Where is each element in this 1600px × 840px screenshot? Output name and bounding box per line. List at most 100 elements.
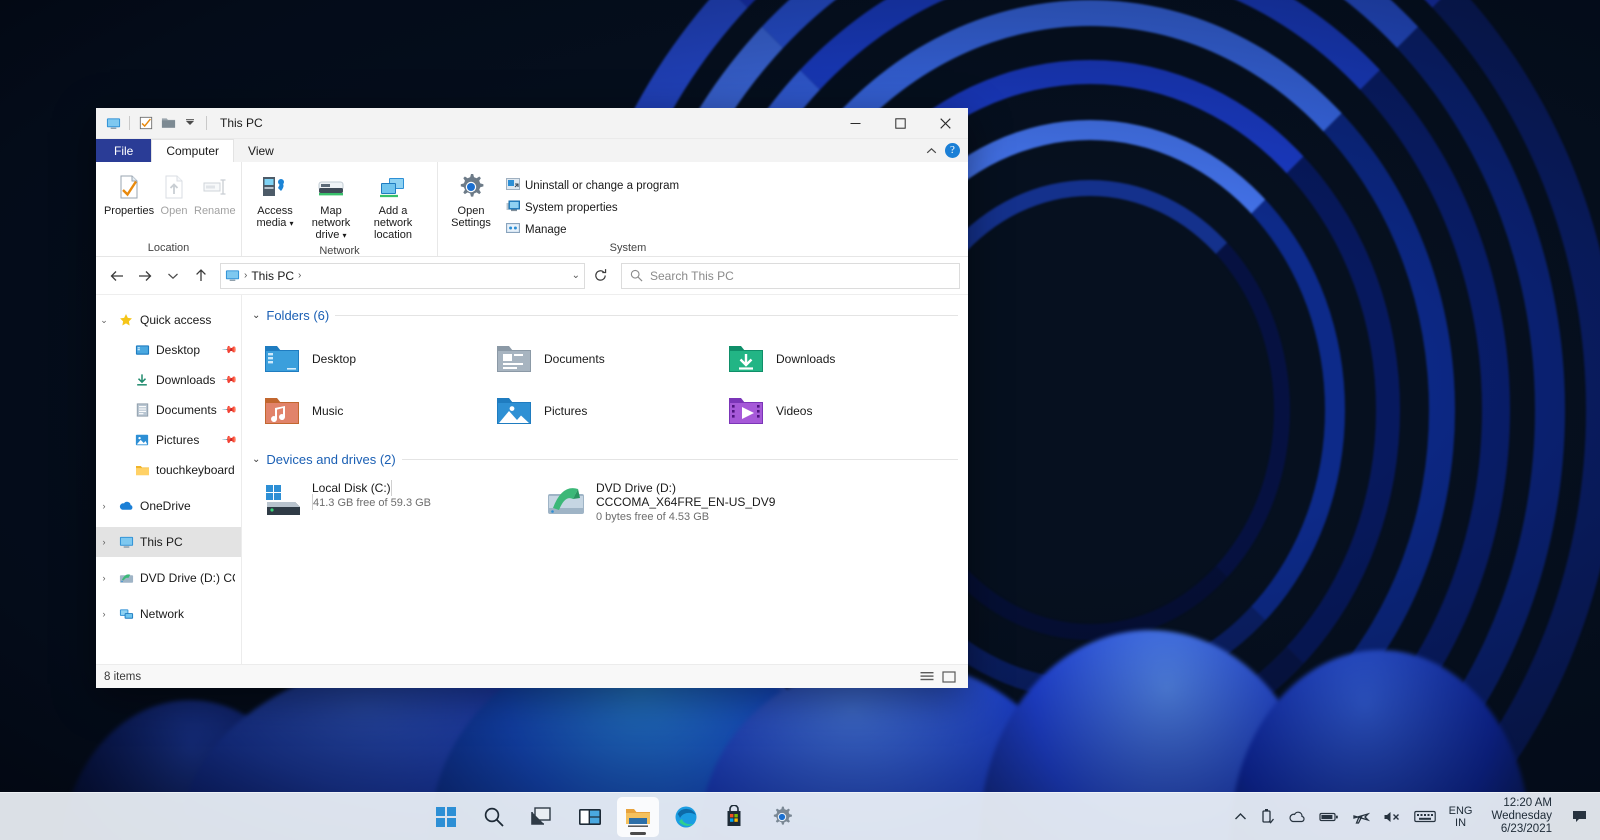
chevron-right-icon-2[interactable]: › — [96, 537, 112, 547]
rename-button[interactable]: Rename — [192, 168, 238, 220]
tab-view[interactable]: View — [234, 139, 288, 162]
pin-icon-4[interactable]: 📌 — [220, 432, 237, 449]
sidebar-item-dvd-drive[interactable]: › DVD Drive (D:) CCCO — [96, 563, 241, 593]
tray-overflow-button[interactable] — [1229, 797, 1252, 837]
window-titlebar[interactable]: This PC — [96, 108, 968, 139]
folder-icon[interactable] — [157, 112, 179, 134]
volume-muted-icon[interactable] — [1378, 797, 1406, 837]
properties-button[interactable]: Properties — [102, 168, 156, 220]
folders-grid[interactable]: Desktop Documents Downloads Music Pictur… — [252, 327, 958, 441]
up-button[interactable] — [188, 263, 214, 289]
taskbar[interactable]: ENG IN 12:20 AM Wednesday 6/23/2021 — [0, 792, 1600, 840]
folders-group-header[interactable]: ⌄ Folders (6) — [252, 303, 958, 327]
breadcrumb-item-this-pc[interactable]: This PC — [251, 269, 294, 283]
system-properties-item[interactable]: System properties — [502, 198, 683, 217]
add-network-location-button[interactable]: Add a network location — [360, 168, 426, 244]
minimize-button[interactable] — [833, 108, 878, 139]
sidebar-item-touchkeyboard[interactable]: touchkeyboard — [96, 455, 241, 485]
chevron-down-icon-folders[interactable]: ⌄ — [252, 310, 260, 321]
map-network-drive-button[interactable]: Map network drive ▾ — [304, 168, 358, 245]
chevron-right-icon-4[interactable]: › — [96, 609, 112, 619]
checkbox-icon[interactable] — [135, 112, 157, 134]
folder-tile[interactable]: Pictures — [490, 385, 722, 437]
pin-icon-2[interactable]: 📌 — [220, 372, 237, 389]
sidebar-item-onedrive[interactable]: › OneDrive — [96, 491, 241, 521]
touch-keyboard-icon[interactable] — [1409, 797, 1441, 837]
folder-tile[interactable]: Videos — [722, 385, 954, 437]
system-tray[interactable]: ENG IN 12:20 AM Wednesday 6/23/2021 — [1229, 797, 1600, 837]
ribbon-panel[interactable]: Properties Open Rename Location Access m… — [96, 162, 968, 257]
caret-down-icon[interactable]: ▾ — [290, 219, 294, 228]
sidebar-item-network[interactable]: › Network — [96, 599, 241, 629]
manage-item[interactable]: Manage — [502, 220, 683, 239]
tab-computer[interactable]: Computer — [151, 139, 235, 162]
store-button[interactable] — [713, 797, 755, 837]
ribbon-tabstrip[interactable]: File Computer View ? — [96, 139, 968, 162]
file-explorer-window[interactable]: This PC File Computer View ? Properties … — [96, 108, 968, 688]
drives-grid[interactable]: Local Disk (C:) 41.3 GB free of 59.3 GB … — [252, 471, 958, 535]
address-bar[interactable]: › This PC › ⌄ Search This PC — [96, 257, 968, 295]
sidebar-item-desktop[interactable]: Desktop 📌 — [96, 335, 241, 365]
desktop[interactable]: This PC File Computer View ? Properties … — [0, 0, 1600, 840]
navigation-pane[interactable]: ⌄ Quick access Desktop 📌 Downloads 📌 Doc… — [96, 295, 242, 664]
breadcrumb-separator-2[interactable]: › — [298, 270, 301, 281]
recent-locations-button[interactable] — [160, 263, 186, 289]
dropdown-icon[interactable] — [179, 112, 201, 134]
chevron-up-icon[interactable] — [926, 144, 937, 158]
sidebar-item-pictures[interactable]: Pictures 📌 — [96, 425, 241, 455]
drive-item-local-disk[interactable]: Local Disk (C:) 41.3 GB free of 59.3 GB — [258, 477, 520, 531]
help-icon[interactable]: ? — [945, 143, 960, 158]
breadcrumb-separator-1[interactable]: › — [244, 270, 247, 281]
large-icons-view-icon[interactable] — [938, 667, 960, 687]
sidebar-item-documents[interactable]: Documents 📌 — [96, 395, 241, 425]
open-button[interactable]: Open — [158, 168, 190, 220]
chevron-down-icon[interactable]: ⌄ — [96, 315, 112, 326]
folder-tile[interactable]: Documents — [490, 333, 722, 385]
breadcrumb-history-icon[interactable]: ⌄ — [572, 270, 580, 281]
access-media-button[interactable]: Access media ▾ — [248, 168, 302, 233]
maximize-button[interactable] — [878, 108, 923, 139]
onedrive-cloud-icon[interactable] — [1283, 797, 1311, 837]
pin-icon[interactable]: 📌 — [220, 342, 237, 359]
sidebar-item-downloads[interactable]: Downloads 📌 — [96, 365, 241, 395]
notification-bell-icon[interactable] — [1566, 797, 1594, 837]
drives-group-header[interactable]: ⌄ Devices and drives (2) — [252, 447, 958, 471]
sidebar-item-this-pc[interactable]: › This PC — [96, 527, 241, 557]
file-explorer-button[interactable] — [617, 796, 660, 837]
content-pane[interactable]: ⌄ Folders (6) Desktop Documents Download… — [242, 295, 968, 664]
open-settings-button[interactable]: Open Settings — [444, 168, 498, 232]
search-input[interactable]: Search This PC — [621, 262, 960, 289]
safely-remove-hardware-icon[interactable] — [1255, 797, 1280, 837]
forward-button[interactable] — [132, 263, 158, 289]
settings-button[interactable] — [761, 797, 803, 837]
widgets-button[interactable] — [569, 797, 611, 837]
edge-button[interactable] — [665, 797, 707, 837]
tab-file[interactable]: File — [96, 139, 152, 162]
details-view-icon[interactable] — [916, 667, 938, 687]
chevron-down-icon-drives[interactable]: ⌄ — [252, 454, 260, 465]
folder-tile[interactable]: Downloads — [722, 333, 954, 385]
sidebar-item-quick-access[interactable]: ⌄ Quick access — [96, 305, 241, 335]
drive-item-dvd[interactable]: DVD Drive (D:) CCCOMA_X64FRE_EN-US_DV9 0… — [542, 477, 804, 531]
folder-tile[interactable]: Music — [258, 385, 490, 437]
folder-tile[interactable]: Desktop — [258, 333, 490, 385]
pin-icon-3[interactable]: 📌 — [220, 402, 237, 419]
language-indicator[interactable]: ENG IN — [1444, 797, 1478, 837]
refresh-button[interactable] — [587, 263, 613, 289]
add-network-location-icon — [378, 171, 408, 203]
task-view-button[interactable] — [521, 797, 563, 837]
battery-icon[interactable] — [1314, 797, 1344, 837]
start-button[interactable] — [425, 797, 467, 837]
breadcrumb[interactable]: › This PC › ⌄ — [220, 262, 585, 289]
close-button[interactable] — [923, 108, 968, 139]
caret-down-icon-2[interactable]: ▾ — [342, 231, 346, 240]
uninstall-program-item[interactable]: Uninstall or change a program — [502, 176, 683, 195]
search-button[interactable] — [473, 797, 515, 837]
this-pc-icon — [118, 534, 134, 550]
chevron-right-icon[interactable]: › — [96, 501, 112, 511]
airplane-mode-icon[interactable] — [1347, 797, 1375, 837]
back-button[interactable] — [104, 263, 130, 289]
clock-button[interactable]: 12:20 AM Wednesday 6/23/2021 — [1480, 797, 1563, 837]
taskbar-apps[interactable] — [0, 796, 1229, 837]
chevron-right-icon-3[interactable]: › — [96, 573, 112, 583]
